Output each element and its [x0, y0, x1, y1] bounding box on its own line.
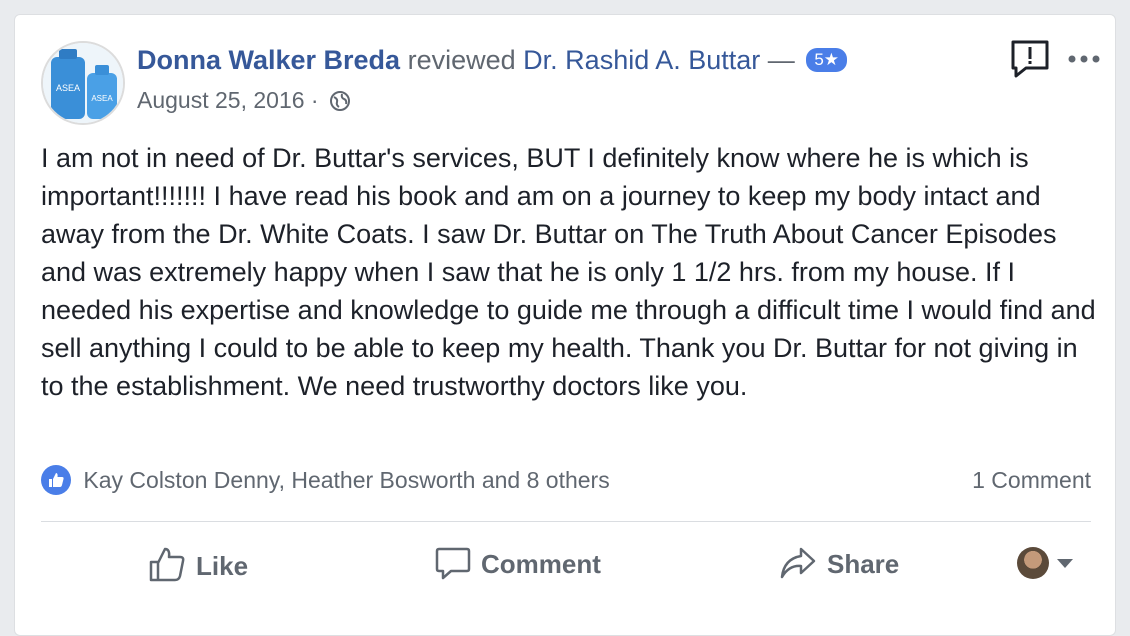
- post-header: Donna Walker Breda reviewed Dr. Rashid A…: [137, 45, 848, 76]
- meta-separator: ·: [310, 87, 319, 113]
- chevron-down-icon: [1057, 558, 1073, 568]
- more-options-icon[interactable]: [1067, 51, 1101, 69]
- reactions-summary[interactable]: Kay Colston Denny, Heather Bosworth and …: [41, 465, 610, 501]
- author-name-link[interactable]: Donna Walker Breda: [137, 45, 400, 75]
- rating-value: 5: [814, 50, 824, 69]
- page-name-link[interactable]: Dr. Rashid A. Buttar: [523, 45, 760, 75]
- author-avatar[interactable]: ASEA ASEA: [41, 41, 125, 125]
- comment-button[interactable]: Comment: [435, 545, 601, 581]
- share-button[interactable]: Share: [779, 545, 899, 581]
- divider: [41, 521, 1091, 522]
- share-icon: [780, 547, 816, 579]
- action-text: reviewed: [407, 45, 516, 75]
- report-icon[interactable]: [1010, 39, 1050, 84]
- reactors-text[interactable]: Kay Colston Denny, Heather Bosworth and …: [83, 467, 609, 493]
- comment-icon: [435, 547, 471, 580]
- thumbs-up-icon: [149, 547, 185, 582]
- avatar-label-2: ASEA: [91, 94, 113, 103]
- post-meta: August 25, 2016 ·: [137, 87, 351, 118]
- rating-badge[interactable]: 5★: [806, 48, 848, 72]
- viewer-avatar: [1017, 547, 1049, 579]
- globe-icon[interactable]: [329, 90, 351, 118]
- post-date-link[interactable]: August 25, 2016: [137, 87, 305, 113]
- comment-label: Comment: [481, 549, 601, 579]
- review-post-card: ASEA ASEA Donna Walker Breda reviewed Dr…: [14, 14, 1116, 636]
- review-text: I am not in need of Dr. Buttar's service…: [41, 143, 1096, 401]
- like-button[interactable]: Like: [148, 545, 248, 583]
- like-label: Like: [196, 551, 249, 581]
- react-as-selector[interactable]: [1017, 547, 1073, 579]
- like-bubble-icon: [41, 465, 71, 501]
- dash-separator: —: [767, 45, 795, 75]
- asea-bottles-image: ASEA ASEA: [43, 43, 123, 123]
- avatar-label-1: ASEA: [56, 83, 80, 93]
- star-icon: ★: [823, 50, 840, 69]
- share-label: Share: [827, 549, 900, 579]
- comment-count-link[interactable]: 1 Comment: [972, 467, 1091, 494]
